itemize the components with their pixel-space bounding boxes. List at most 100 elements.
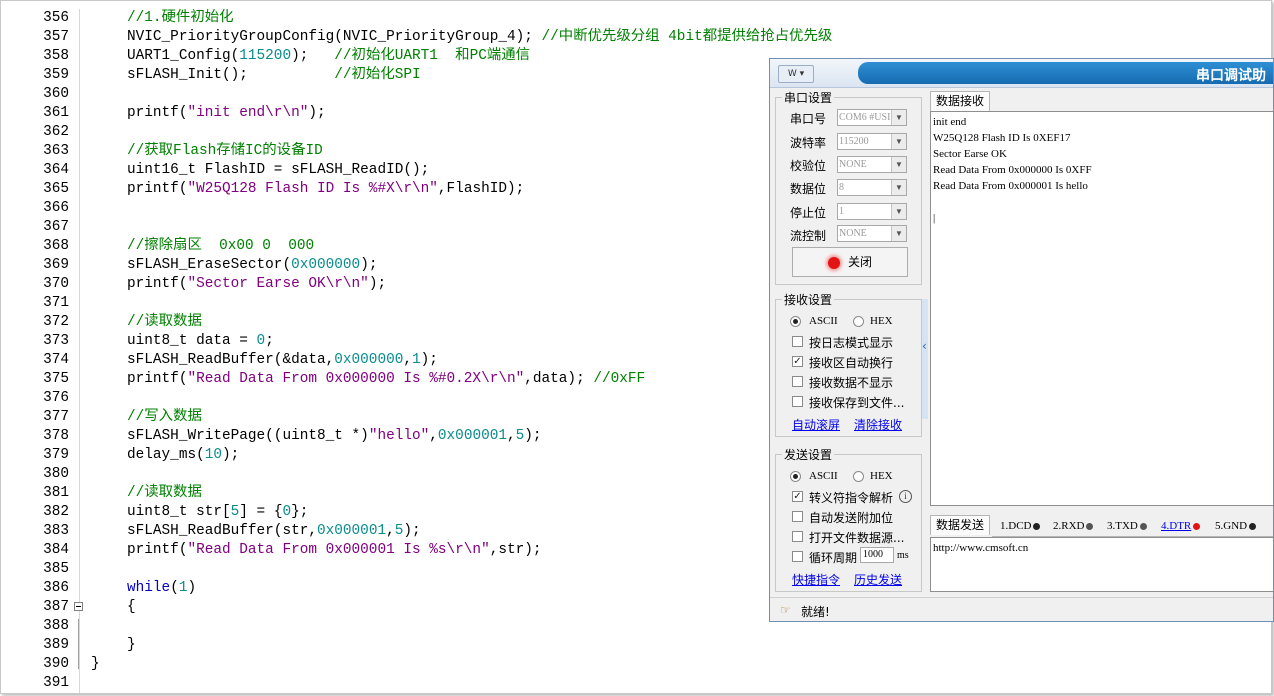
code-line[interactable]: 389} — [9, 636, 1249, 655]
code-text: //读取数据 — [127, 314, 202, 330]
line-number: 381 — [43, 485, 69, 501]
port-select[interactable]: COM6 #USI ▼ — [837, 109, 907, 126]
dropdown-arrow-icon: ▼ — [891, 204, 906, 219]
line-number: 374 — [43, 352, 69, 368]
code-text: printf("init end\r\n"); — [127, 105, 326, 121]
line-number: 385 — [43, 561, 69, 577]
signal-gnd: 5.GND — [1215, 520, 1257, 532]
line-number: 368 — [43, 238, 69, 254]
history-send-link[interactable]: 历史发送 — [854, 571, 902, 588]
baud-select[interactable]: 115200 ▼ — [837, 133, 907, 150]
code-text: } — [127, 637, 136, 653]
clear-receive-link[interactable]: 清除接收 — [854, 416, 902, 433]
line-number: 387 — [43, 599, 69, 615]
status-text: 就绪! — [801, 605, 830, 619]
system-menu-button[interactable]: W ▾ — [778, 65, 814, 83]
dtr-indicator-icon — [1193, 522, 1201, 530]
close-button-label: 关闭 — [847, 255, 872, 269]
signal-gnd-label: 5.GND — [1215, 520, 1248, 532]
send-ascii-label: ASCII — [809, 470, 838, 482]
tab-send[interactable]: 数据发送 — [930, 515, 990, 535]
title-bar[interactable]: W ▾ 串口调试助 — [770, 59, 1273, 88]
line-number: 377 — [43, 409, 69, 425]
recv-autowrap-checkbox[interactable]: ✓ — [792, 356, 803, 367]
serial-debug-window[interactable]: W ▾ 串口调试助 串口设置 串口号 COM6 #USI ▼ 波特率 115200… — [769, 58, 1274, 622]
code-line[interactable]: 390} — [9, 655, 1249, 674]
code-text: uint16_t FlashID = sFLASH_ReadID(); — [127, 162, 430, 178]
flow-value: NONE — [839, 228, 867, 239]
open-file-source-checkbox[interactable] — [792, 531, 803, 542]
send-ascii-radio[interactable] — [790, 471, 801, 482]
baud-label: 波特率 — [790, 136, 827, 150]
recv-hex-radio[interactable] — [853, 316, 864, 327]
hand-icon: ☞ — [780, 603, 791, 617]
receive-settings-title: 接收设置 — [782, 291, 835, 308]
txd-indicator-icon — [1139, 522, 1147, 530]
recv-savefile-checkbox[interactable] — [792, 396, 803, 407]
stopbits-value: 1 — [839, 206, 844, 217]
signal-dtr[interactable]: 4.DTR — [1161, 520, 1201, 532]
tab-receive-label: 数据接收 — [935, 94, 984, 108]
databits-label: 数据位 — [790, 182, 827, 196]
collapse-arrow-icon: ‹ — [922, 339, 927, 353]
auto-append-checkbox[interactable] — [792, 511, 803, 522]
recv-log-mode-label: 按日志模式显示 — [809, 336, 894, 350]
line-number: 380 — [43, 466, 69, 482]
line-number: 370 — [43, 276, 69, 292]
flow-select[interactable]: NONE ▼ — [837, 225, 907, 242]
code-line[interactable]: 357 NVIC_PriorityGroupConfig(NVIC_Priorit… — [9, 28, 1249, 47]
code-text: NVIC_PriorityGroupConfig(NVIC_PriorityGr… — [127, 29, 833, 45]
code-text: sFLASH_ReadBuffer(&data,0x000000,1); — [127, 352, 438, 368]
line-number: 375 — [43, 371, 69, 387]
code-line[interactable]: 391 — [9, 674, 1249, 693]
close-port-button[interactable]: 关闭 — [792, 247, 908, 277]
open-file-source-label: 打开文件数据源... — [809, 531, 905, 545]
signal-txd-label: 3.TXD — [1107, 520, 1138, 532]
parity-select[interactable]: NONE ▼ — [837, 156, 907, 173]
recv-nodisplay-checkbox[interactable] — [792, 376, 803, 387]
receive-textarea[interactable]: init end W25Q128 Flash ID Is 0XEF17 Sect… — [930, 111, 1273, 506]
code-line[interactable]: 356 //1.硬件初始化 — [9, 9, 1249, 28]
dropdown-arrow-icon: ▼ — [891, 110, 906, 125]
tab-receive[interactable]: 数据接收 — [930, 91, 990, 111]
code-text: sFLASH_WritePage((uint8_t *)"hello",0x00… — [127, 428, 542, 444]
rxd-indicator-icon — [1086, 522, 1094, 530]
line-number: 362 — [43, 124, 69, 140]
cycle-checkbox[interactable] — [792, 551, 803, 562]
recv-ascii-radio[interactable] — [790, 316, 801, 327]
line-number: 372 — [43, 314, 69, 330]
line-number: 358 — [43, 48, 69, 64]
auto-scroll-link[interactable]: 自动滚屏 — [792, 416, 840, 433]
stopbits-select[interactable]: 1 ▼ — [837, 203, 907, 220]
dropdown-arrow-icon: ▼ — [891, 157, 906, 172]
fold-toggle-icon[interactable] — [74, 602, 83, 611]
code-text: //擦除扇区 0x00 0 000 — [127, 238, 315, 254]
code-text: sFLASH_ReadBuffer(str,0x000001,5); — [127, 523, 421, 539]
line-number: 363 — [43, 143, 69, 159]
line-number: 382 — [43, 504, 69, 520]
signal-dtr-label: 4.DTR — [1161, 520, 1192, 532]
send-hex-radio[interactable] — [853, 471, 864, 482]
recv-hex-label: HEX — [870, 315, 893, 327]
parity-value: NONE — [839, 159, 867, 170]
quick-command-link[interactable]: 快捷指令 — [792, 571, 840, 588]
line-number: 384 — [43, 542, 69, 558]
cycle-input[interactable]: 1000 — [860, 547, 894, 563]
baud-value: 115200 — [839, 136, 869, 147]
databits-select[interactable]: 8 ▼ — [837, 179, 907, 196]
panel-splitter[interactable]: ‹ — [921, 299, 928, 419]
parity-label: 校验位 — [790, 159, 827, 173]
gnd-indicator-icon — [1249, 522, 1257, 530]
line-number: 379 — [43, 447, 69, 463]
code-text: sFLASH_Init(); //初始化SPI — [127, 67, 421, 83]
code-text: //1.硬件初始化 — [127, 10, 234, 26]
info-icon[interactable]: i — [899, 490, 912, 503]
send-textarea[interactable]: http://www.cmsoft.cn — [930, 537, 1273, 592]
escape-parse-checkbox[interactable]: ✓ — [792, 491, 803, 502]
recv-log-mode-checkbox[interactable] — [792, 336, 803, 347]
fold-guide — [78, 619, 79, 669]
code-text: printf("W25Q128 Flash ID Is %#X\r\n",Fla… — [127, 181, 525, 197]
flow-label: 流控制 — [790, 229, 827, 243]
cycle-unit: ms — [897, 550, 909, 561]
code-text: { — [127, 599, 136, 615]
